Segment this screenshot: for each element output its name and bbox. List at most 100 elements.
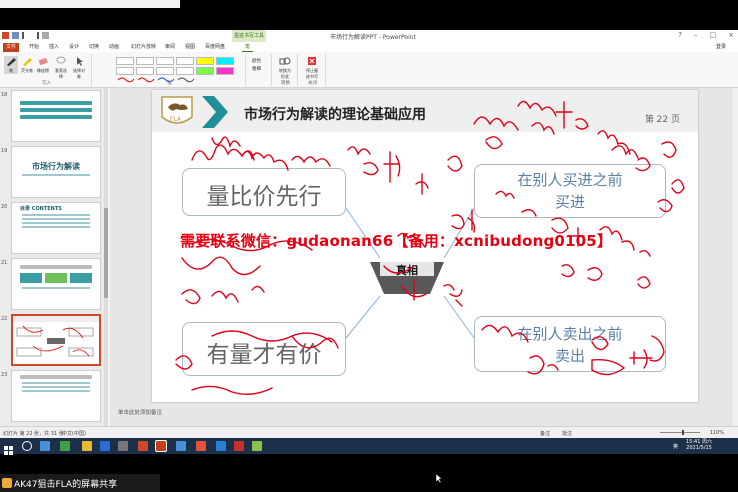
screen-share-icon	[2, 478, 12, 488]
notes-placeholder[interactable]: 单击此处添加备注	[118, 408, 162, 416]
screen-share-bar: AK47狙击FLA的屏幕共享	[0, 474, 160, 492]
group-label-pens: 笔	[167, 81, 172, 86]
pen-swatch-blue[interactable]	[156, 67, 175, 83]
thumbnail-number: 19	[1, 148, 8, 154]
status-bar: 幻灯片 第 22 张，共 31 张 中文(中国) 备注 批注 110%	[0, 426, 738, 438]
app-icon[interactable]	[118, 441, 128, 451]
pen-swatch-cyan[interactable]	[216, 57, 234, 65]
thumbnail-content	[22, 214, 90, 216]
top-black-strip	[0, 0, 738, 30]
pen-swatch-black-3[interactable]	[176, 57, 195, 73]
tab-pen[interactable]: 笔	[242, 43, 254, 52]
ribbon-group-close: 停止墨迹书写 关闭	[300, 54, 326, 86]
lasso-icon	[55, 56, 67, 66]
ribbon: 笔 荧光笔 橡皮擦 套索选择 选择对象 写入 笔 颜色 粗细 转换为形状 转换 …	[0, 52, 738, 88]
top-white-bar	[0, 0, 180, 8]
app-icon[interactable]	[176, 441, 186, 451]
save-icon[interactable]	[12, 32, 19, 39]
app-icon[interactable]	[138, 441, 148, 451]
app-icon[interactable]	[252, 441, 262, 451]
redo-icon[interactable]	[32, 32, 39, 39]
color-dropdown[interactable]: 颜色	[252, 58, 261, 64]
file-explorer-icon[interactable]	[82, 441, 92, 451]
thumbnail-content	[20, 273, 92, 283]
input-language-indicator[interactable]: 英	[673, 443, 678, 450]
zoom-slider-handle[interactable]	[682, 430, 684, 435]
pen-swatch-black-2[interactable]	[156, 57, 175, 73]
thumbnails-scrollbar[interactable]	[104, 88, 108, 426]
slide-thumbnail-18[interactable]	[11, 90, 101, 142]
convert-to-shapes-button[interactable]: 转换为形状	[278, 56, 292, 80]
pen-swatch-red-3[interactable]	[136, 67, 155, 83]
tab-animations[interactable]: 动画	[106, 43, 122, 52]
thumbnail-content	[22, 222, 90, 224]
pen-tool-button[interactable]: 笔	[4, 56, 18, 74]
taskbar-clock[interactable]: 15:41 周六 2021/5/15	[686, 439, 712, 451]
pen-swatch-dark[interactable]	[176, 67, 195, 83]
lasso-select-button[interactable]: 套索选择	[54, 56, 68, 80]
language-indicator[interactable]: 中文(中国)	[62, 430, 86, 437]
zoom-level[interactable]: 110%	[710, 430, 724, 436]
slide-thumbnail-19[interactable]: 市场行为解读	[11, 146, 101, 198]
thumbnail-number: 18	[1, 92, 8, 98]
thumbnails-scroll-thumb[interactable]	[104, 208, 108, 298]
pen-swatch-green[interactable]	[196, 67, 214, 75]
tab-baidu-netdisk[interactable]: 百度网盘	[202, 43, 228, 52]
thickness-dropdown[interactable]: 粗细	[252, 66, 261, 72]
undo-icon[interactable]	[22, 32, 29, 39]
tab-review[interactable]: 审阅	[162, 43, 178, 52]
tab-transitions[interactable]: 切换	[86, 43, 102, 52]
app-icon[interactable]	[234, 441, 244, 451]
pen-swatch-black-1[interactable]	[136, 57, 155, 73]
thumbnail-content	[22, 218, 90, 220]
help-icon[interactable]: ?	[678, 31, 682, 39]
thumbnail-content	[22, 382, 90, 384]
pen-icon	[5, 56, 17, 66]
tab-home[interactable]: 开始	[26, 43, 42, 52]
windows-start-icon[interactable]	[4, 441, 14, 455]
slideshow-start-icon[interactable]	[42, 32, 49, 39]
clock-date: 2021/5/15	[686, 445, 712, 451]
stop-inking-button[interactable]: 停止墨迹书写	[305, 56, 319, 80]
ink-tools-context-tab: 墨迹书写工具	[232, 30, 266, 42]
comments-toggle[interactable]: 批注	[562, 430, 572, 437]
current-slide[interactable]: FLA 市场行为解读的理论基础应用 第 22 页 量比价先行 有量才有价 在别人…	[152, 90, 698, 402]
pen-swatch-yellow[interactable]	[196, 57, 214, 65]
maximize-button[interactable]: □	[710, 31, 717, 39]
zoom-slider[interactable]	[660, 430, 700, 435]
highlighter-icon	[21, 56, 33, 66]
thumbnail-title: 市场行为解读	[32, 162, 80, 171]
slide-vertical-scrollbar[interactable]	[731, 88, 738, 426]
slide-thumbnail-21[interactable]	[11, 258, 101, 310]
app-icon[interactable]	[216, 441, 226, 451]
thumbnail-content	[22, 226, 90, 228]
close-button[interactable]: ×	[728, 31, 734, 39]
app-icon[interactable]	[60, 441, 70, 451]
select-objects-button[interactable]: 选择对象	[72, 56, 86, 80]
tab-design[interactable]: 设计	[66, 43, 82, 52]
notes-toggle[interactable]: 备注	[540, 430, 550, 437]
pen-swatch-magenta[interactable]	[216, 67, 234, 75]
slide-thumbnail-20[interactable]: 目录 CONTENTS	[11, 202, 101, 254]
tab-insert[interactable]: 插入	[46, 43, 62, 52]
tab-file[interactable]: 文件	[3, 43, 20, 52]
ribbon-group-convert: 转换为形状 转换	[274, 54, 298, 86]
pen-swatch-red-2[interactable]	[116, 67, 135, 83]
slide-thumbnail-23[interactable]	[11, 370, 101, 422]
app-icon[interactable]	[196, 441, 206, 451]
eraser-tool-button[interactable]: 橡皮擦	[36, 56, 50, 74]
tab-slideshow[interactable]: 幻灯片放映	[128, 43, 159, 52]
minimize-button[interactable]: –	[694, 31, 698, 39]
edge-browser-icon[interactable]	[40, 441, 50, 451]
app-icon[interactable]	[100, 441, 110, 451]
tab-view[interactable]: 视图	[182, 43, 198, 52]
slide-thumbnails-pane[interactable]: 18 19 市场行为解读 20 目录 CONTENTS 21 22 23	[0, 88, 108, 426]
slide-thumbnail-22-current[interactable]	[11, 314, 101, 366]
pen-swatch-red-1[interactable]	[116, 57, 135, 73]
windows-taskbar: 英 15:41 周六 2021/5/15	[0, 438, 738, 455]
sign-in-link[interactable]: 登录	[716, 43, 726, 50]
highlighter-tool-button[interactable]: 荧光笔	[20, 56, 34, 74]
powerpoint-taskbar-icon[interactable]	[155, 440, 167, 452]
quick-access-toolbar	[2, 32, 49, 39]
search-icon[interactable]	[22, 441, 32, 451]
